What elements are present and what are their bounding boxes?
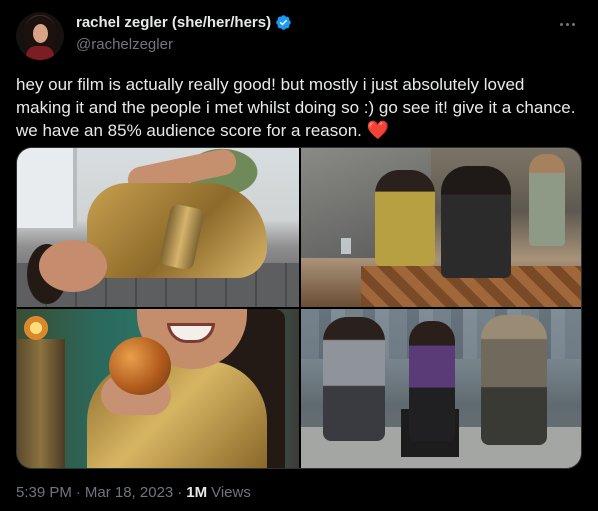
tweet-card: rachel zegler (she/her/hers) @rachelzegl…: [0, 0, 598, 511]
post-date[interactable]: Mar 18, 2023: [85, 484, 173, 501]
media-grid: [16, 147, 582, 469]
tweet-text: hey our film is actually really good! bu…: [16, 73, 582, 142]
smiling-face: [39, 240, 107, 292]
views-count[interactable]: 1M: [186, 484, 207, 501]
person-background: [529, 154, 565, 246]
photo-4[interactable]: [301, 309, 581, 468]
dot: [565, 22, 569, 26]
dot: [559, 22, 563, 26]
dot: [571, 22, 575, 26]
person-purple-jacket: [409, 321, 455, 441]
person-silver-armor: [323, 317, 385, 441]
author-name-text[interactable]: rachel zegler (she/her/hers): [76, 14, 271, 31]
views-label: Views: [211, 484, 251, 501]
bg-window: [17, 148, 77, 228]
tweet-body: hey our film is actually really good! bu…: [16, 75, 576, 140]
photo-1[interactable]: [17, 148, 299, 307]
photo-2[interactable]: [301, 148, 581, 307]
post-time[interactable]: 5:39 PM: [16, 484, 72, 501]
cup: [341, 238, 351, 254]
more-options-icon[interactable]: [552, 12, 582, 36]
avatar-dress: [26, 46, 54, 60]
red-heart-emoji: ❤️: [366, 120, 390, 140]
avatar-face: [33, 24, 48, 43]
person-dark-jacket: [441, 166, 511, 278]
author-handle[interactable]: @rachelzegler: [76, 36, 173, 53]
golden-apple: [109, 337, 171, 395]
separator: ·: [177, 484, 183, 501]
torch-flame: [23, 313, 49, 343]
person-bronze-armor: [481, 315, 547, 445]
separator: ·: [75, 484, 81, 501]
verified-badge-icon[interactable]: [275, 14, 292, 31]
torch-pillar: [17, 339, 65, 468]
author-display-name[interactable]: rachel zegler (she/her/hers): [76, 14, 292, 31]
photo-3[interactable]: [17, 309, 299, 468]
person-yellow-dress: [375, 170, 435, 266]
author-avatar[interactable]: [16, 12, 64, 60]
tweet-meta: 5:39 PM · Mar 18, 2023 · 1M Views: [16, 484, 251, 501]
